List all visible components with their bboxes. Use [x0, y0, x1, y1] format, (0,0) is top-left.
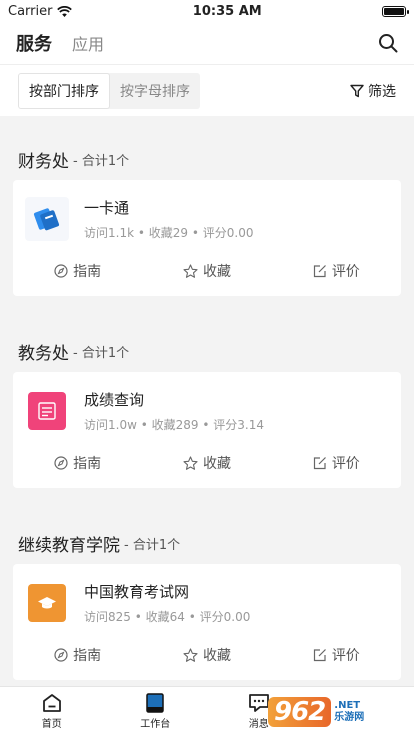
- funnel-icon: [350, 84, 364, 97]
- app-stats: 访问825 • 收藏64 • 评分0.00: [84, 610, 251, 624]
- edit-icon: [313, 265, 326, 278]
- tab-workbench[interactable]: 工作台: [104, 687, 208, 736]
- card-actions: 指南 收藏 评价: [13, 630, 401, 680]
- app-favorites: 收藏289: [151, 418, 199, 432]
- sort-by-alphabet-button[interactable]: 按字母排序: [110, 73, 200, 109]
- sort-toggle: 按部门排序 按字母排序: [18, 72, 200, 109]
- app-score: 评分3.14: [213, 418, 264, 432]
- filter-bar: 按部门排序 按字母排序 筛选: [0, 64, 414, 116]
- app-visits: 访问825: [84, 610, 131, 624]
- favorite-label: 收藏: [202, 264, 231, 280]
- star-icon: [183, 263, 198, 278]
- guide-button[interactable]: 指南: [13, 261, 142, 281]
- filter-label: 筛选: [368, 83, 396, 100]
- score-report-icon: [28, 392, 66, 430]
- review-label: 评价: [331, 648, 360, 664]
- app-score: 评分0.00: [199, 610, 251, 624]
- edit-icon: [313, 457, 326, 470]
- section-title: 财务处 - 合计1个: [13, 144, 401, 174]
- app-favorites: 收藏29: [148, 226, 189, 240]
- wifi-icon: [57, 5, 73, 17]
- section-finance: 财务处 - 合计1个 一卡通 访问1.1k • 收藏29 • 评分0.00 指南…: [13, 144, 401, 296]
- app-card: 成绩查询 访问1.0w • 收藏289 • 评分3.14 指南 收藏 评价: [13, 372, 401, 488]
- section-name: 教务处: [18, 343, 69, 364]
- star-icon: [183, 647, 198, 662]
- card-icon: [25, 197, 69, 241]
- app-stats: 访问1.0w • 收藏289 • 评分3.14: [84, 418, 264, 432]
- message-icon: [248, 694, 269, 712]
- sort-by-department-button[interactable]: 按部门排序: [18, 72, 110, 109]
- service-list: 财务处 - 合计1个 一卡通 访问1.1k • 收藏29 • 评分0.00 指南…: [0, 144, 414, 680]
- nav-bar: 服务 应用: [0, 22, 414, 64]
- app-stats: 访问1.1k • 收藏29 • 评分0.00: [84, 226, 254, 240]
- app-name: 成绩查询: [84, 391, 145, 409]
- guide-label: 指南: [73, 648, 102, 664]
- section-name: 继续教育学院: [18, 535, 120, 556]
- app-visits: 访问1.0w: [84, 418, 137, 432]
- status-bar: Carrier 10:35 AM: [0, 0, 414, 22]
- app-card: 中国教育考试网 访问825 • 收藏64 • 评分0.00 指南 收藏 评价: [13, 564, 401, 680]
- tab-workbench-label: 工作台: [140, 719, 171, 730]
- tab-apps[interactable]: 应用: [72, 31, 104, 55]
- section-name: 财务处: [18, 151, 69, 172]
- search-button[interactable]: [378, 33, 398, 53]
- review-button[interactable]: 评价: [272, 453, 401, 473]
- tab-services[interactable]: 服务: [16, 30, 52, 56]
- status-time: 10:35 AM: [192, 3, 262, 19]
- section-count: - 合计1个: [73, 345, 130, 361]
- section-academic-affairs: 教务处 - 合计1个 成绩查询 访问1.0w • 收藏289 • 评分3.14: [13, 336, 401, 488]
- watermark-site: 乐游网: [334, 712, 365, 723]
- workbench-icon: [146, 693, 164, 713]
- graduation-cap-icon: [28, 584, 66, 622]
- battery-fill: [384, 7, 404, 15]
- watermark-962: 962: [268, 697, 332, 727]
- watermark-text: .NET 乐游网: [334, 700, 364, 724]
- app-row[interactable]: 中国教育考试网 访问825 • 收藏64 • 评分0.00: [13, 564, 401, 630]
- favorite-label: 收藏: [202, 648, 231, 664]
- edit-icon: [313, 649, 326, 662]
- app-favorites: 收藏64: [145, 610, 185, 624]
- tab-home[interactable]: 首页: [0, 687, 104, 736]
- watermark-logo: 962 .NET 乐游网: [268, 694, 408, 730]
- guide-button[interactable]: 指南: [13, 645, 142, 665]
- tab-messages-label: 消息: [248, 719, 269, 730]
- favorite-button[interactable]: 收藏: [142, 261, 271, 281]
- card-actions: 指南 收藏 评价: [13, 246, 401, 296]
- tab-home-label: 首页: [41, 719, 62, 730]
- section-title: 继续教育学院 - 合计1个: [13, 528, 401, 558]
- app-name: 一卡通: [84, 199, 130, 217]
- favorite-button[interactable]: 收藏: [142, 453, 271, 473]
- app-card: 一卡通 访问1.1k • 收藏29 • 评分0.00 指南 收藏 评价: [13, 180, 401, 296]
- card-actions: 指南 收藏 评价: [13, 438, 401, 488]
- section-title: 教务处 - 合计1个: [13, 336, 401, 366]
- watermark-net: .NET: [334, 700, 361, 711]
- battery-icon: [382, 5, 409, 17]
- favorite-button[interactable]: 收藏: [142, 645, 271, 665]
- section-count: - 合计1个: [124, 537, 181, 553]
- search-icon: [379, 34, 398, 53]
- guide-label: 指南: [73, 456, 102, 472]
- app-score: 评分0.00: [202, 226, 254, 240]
- section-continuing-education: 继续教育学院 - 合计1个 中国教育考试网 访问825 • 收藏64 • 评分0…: [13, 528, 401, 680]
- review-label: 评价: [331, 264, 360, 280]
- review-button[interactable]: 评价: [272, 261, 401, 281]
- app-row[interactable]: 成绩查询 访问1.0w • 收藏289 • 评分3.14: [13, 372, 401, 438]
- star-icon: [183, 455, 198, 470]
- compass-icon: [54, 456, 68, 470]
- app-row[interactable]: 一卡通 访问1.1k • 收藏29 • 评分0.00: [13, 180, 401, 246]
- app-name: 中国教育考试网: [84, 583, 190, 601]
- section-count: - 合计1个: [73, 153, 130, 169]
- review-label: 评价: [331, 456, 360, 472]
- guide-label: 指南: [73, 264, 102, 280]
- status-left: Carrier: [8, 3, 73, 19]
- filter-button[interactable]: 筛选: [350, 81, 396, 101]
- favorite-label: 收藏: [202, 456, 231, 472]
- guide-button[interactable]: 指南: [13, 453, 142, 473]
- compass-icon: [54, 264, 68, 278]
- review-button[interactable]: 评价: [272, 645, 401, 665]
- carrier-label: Carrier: [8, 3, 53, 19]
- app-visits: 访问1.1k: [84, 226, 135, 240]
- home-icon: [42, 694, 61, 712]
- compass-icon: [54, 648, 68, 662]
